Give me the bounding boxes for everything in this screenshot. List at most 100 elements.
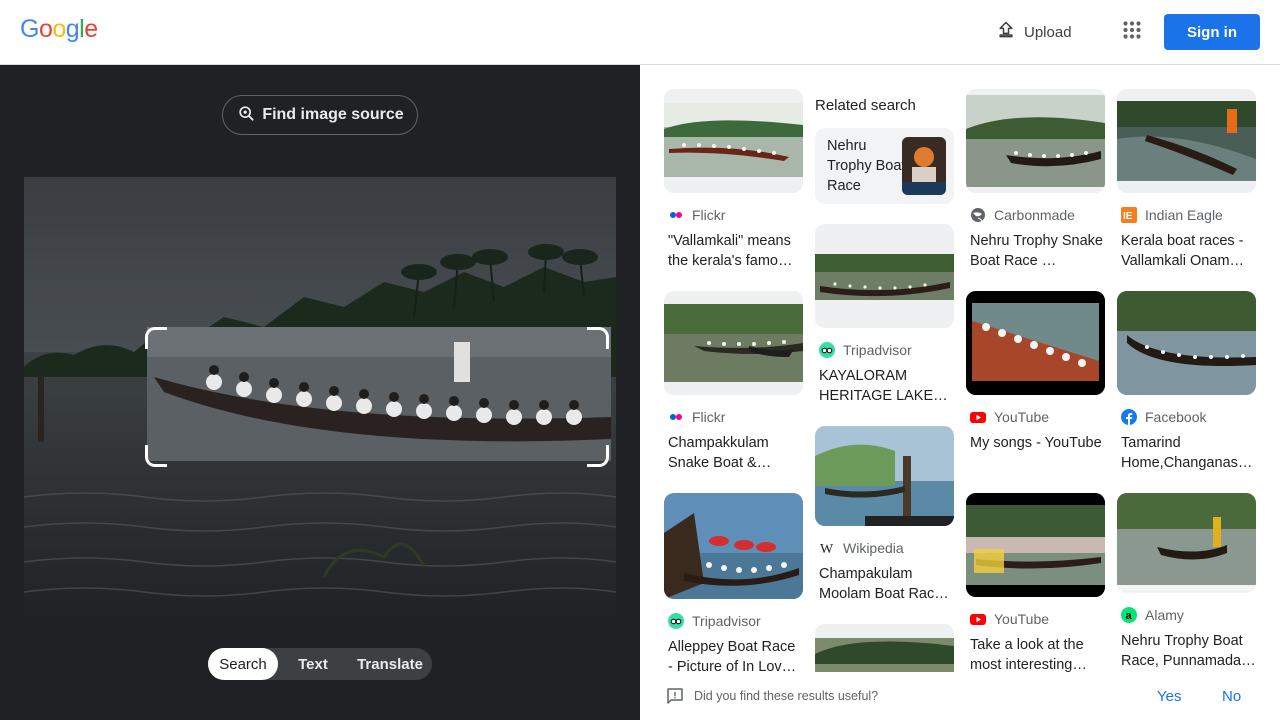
tripadvisor-icon	[819, 342, 835, 358]
upload-label: Upload	[1024, 23, 1072, 41]
result-title[interactable]: Champakulam Moolam Boat Rac…	[815, 564, 954, 604]
facebook-icon	[1121, 409, 1137, 425]
result-card[interactable]: Tripadvisor KAYALORAM HERITAGE LAKE…	[815, 224, 954, 406]
result-source[interactable]: YouTube	[966, 611, 1105, 627]
source-name: Alamy	[1145, 607, 1184, 623]
mode-tabs: Search Text Translate	[208, 648, 432, 680]
upload-button[interactable]: Upload	[986, 14, 1082, 50]
logo-letter: e	[84, 15, 98, 43]
results-column-1: Flickr "Vallamkali" means the kerala's f…	[664, 89, 803, 697]
result-card[interactable]: Flickr Champakkulam Snake Boat &…	[664, 291, 803, 473]
query-image-panel: Find image source Search Text Translate	[0, 65, 640, 720]
source-name: Wikipedia	[843, 540, 904, 556]
source-name: Carbonmade	[994, 207, 1075, 223]
result-title[interactable]: Champakkulam Snake Boat &…	[664, 433, 803, 473]
result-title[interactable]: Nehru Trophy Boat Race, Punnamada…	[1117, 631, 1256, 671]
result-source[interactable]: Flickr	[664, 409, 803, 425]
source-name: YouTube	[994, 409, 1050, 425]
result-title[interactable]: Alleppey Boat Race - Picture of In Lov…	[664, 637, 803, 677]
result-source[interactable]: Flickr	[664, 207, 803, 223]
result-title[interactable]: Tamarind Home,Changanas…	[1117, 433, 1256, 473]
result-card[interactable]: Flickr "Vallamkali" means the kerala's f…	[664, 89, 803, 271]
result-thumbnail[interactable]	[664, 291, 803, 395]
svg-text:W: W	[820, 542, 834, 556]
results-panel: Flickr "Vallamkali" means the kerala's f…	[640, 65, 1280, 720]
svg-text:a: a	[1126, 610, 1133, 622]
result-source[interactable]: a Alamy	[1117, 607, 1256, 623]
source-name: Tripadvisor	[692, 613, 761, 629]
result-source[interactable]: Facebook	[1117, 409, 1256, 425]
result-thumbnail[interactable]	[815, 224, 954, 328]
indian-eagle-icon: IE	[1121, 207, 1137, 223]
result-title[interactable]: KAYALORAM HERITAGE LAKE…	[815, 366, 954, 406]
top-bar: Google Upload Sign in	[0, 0, 1280, 65]
result-thumbnail[interactable]	[664, 493, 803, 599]
result-title[interactable]: My songs - YouTube	[966, 433, 1105, 473]
results-column-3: Carbonmade Nehru Trophy Snake Boat Race …	[966, 89, 1105, 695]
google-logo[interactable]: Google	[20, 15, 98, 44]
results-column-2: Related search Nehru Trophy Boat Race Tr…	[815, 89, 954, 704]
result-thumbnail[interactable]	[1117, 291, 1256, 395]
globe-icon	[970, 207, 986, 223]
crop-handle-top-left[interactable]	[145, 327, 167, 349]
related-search-thumbnail	[902, 137, 946, 195]
result-card[interactable]: W Wikipedia Champakulam Moolam Boat Rac…	[815, 426, 954, 604]
result-thumbnail[interactable]	[1117, 493, 1256, 593]
feedback-bar: Did you find these results useful? Yes N…	[640, 672, 1280, 720]
result-card[interactable]: a Alamy Nehru Trophy Boat Race, Punnamad…	[1117, 493, 1256, 671]
result-source[interactable]: Tripadvisor	[664, 613, 803, 629]
result-card[interactable]: Facebook Tamarind Home,Changanas…	[1117, 291, 1256, 473]
result-thumbnail[interactable]	[966, 493, 1105, 597]
related-search-label: Nehru Trophy Boat Race	[827, 138, 906, 194]
result-thumbnail[interactable]	[966, 291, 1105, 395]
source-name: Tripadvisor	[843, 342, 912, 358]
find-image-source-button[interactable]: Find image source	[222, 95, 418, 135]
result-thumbnail[interactable]	[815, 426, 954, 526]
crop-handle-top-right[interactable]	[587, 327, 609, 349]
source-name: Facebook	[1145, 409, 1207, 425]
sign-in-button[interactable]: Sign in	[1164, 14, 1260, 50]
result-card[interactable]: IE Indian Eagle Kerala boat races - Vall…	[1117, 89, 1256, 271]
result-title[interactable]: Nehru Trophy Snake Boat Race …	[966, 231, 1105, 271]
related-search-chip[interactable]: Nehru Trophy Boat Race	[815, 128, 954, 204]
youtube-icon	[970, 611, 986, 627]
crop-selection[interactable]	[145, 327, 609, 467]
result-source[interactable]: Carbonmade	[966, 207, 1105, 223]
result-source[interactable]: Tripadvisor	[815, 342, 954, 358]
source-name: Flickr	[692, 409, 726, 425]
result-source[interactable]: IE Indian Eagle	[1117, 207, 1256, 223]
feedback-no-button[interactable]: No	[1222, 688, 1241, 705]
svg-text:IE: IE	[1123, 211, 1133, 222]
feedback-icon	[666, 687, 684, 710]
result-thumbnail[interactable]	[966, 89, 1105, 193]
result-card[interactable]: YouTube Take a look at the most interest…	[966, 493, 1105, 675]
source-name: Indian Eagle	[1145, 207, 1223, 223]
result-title[interactable]: Kerala boat races - Vallamkali Onam…	[1117, 231, 1256, 271]
logo-letter: g	[65, 15, 80, 43]
result-source[interactable]: YouTube	[966, 409, 1105, 425]
logo-letter: o	[38, 15, 53, 43]
logo-letter: G	[20, 15, 39, 43]
tab-search[interactable]: Search	[208, 648, 278, 680]
result-source[interactable]: W Wikipedia	[815, 540, 954, 556]
result-card[interactable]: Carbonmade Nehru Trophy Snake Boat Race …	[966, 89, 1105, 271]
flickr-icon	[668, 207, 684, 223]
apps-grid-button[interactable]	[1114, 14, 1150, 50]
source-name: YouTube	[994, 611, 1050, 627]
result-title[interactable]: Take a look at the most interesting…	[966, 635, 1105, 675]
find-image-source-label: Find image source	[262, 106, 404, 123]
youtube-icon	[970, 409, 986, 425]
result-thumbnail[interactable]	[1117, 89, 1256, 193]
tab-translate[interactable]: Translate	[348, 648, 432, 680]
result-thumbnail[interactable]	[664, 89, 803, 193]
result-title[interactable]: "Vallamkali" means the kerala's famo…	[664, 231, 803, 271]
result-card[interactable]: YouTube My songs - YouTube	[966, 291, 1105, 473]
flickr-icon	[668, 409, 684, 425]
result-card[interactable]: Tripadvisor Alleppey Boat Race - Picture…	[664, 493, 803, 677]
alamy-icon: a	[1121, 607, 1137, 623]
feedback-yes-button[interactable]: Yes	[1157, 688, 1181, 705]
crop-handle-bottom-left[interactable]	[145, 445, 167, 467]
tripadvisor-icon	[668, 613, 684, 629]
crop-handle-bottom-right[interactable]	[587, 445, 609, 467]
tab-text[interactable]: Text	[278, 648, 348, 680]
